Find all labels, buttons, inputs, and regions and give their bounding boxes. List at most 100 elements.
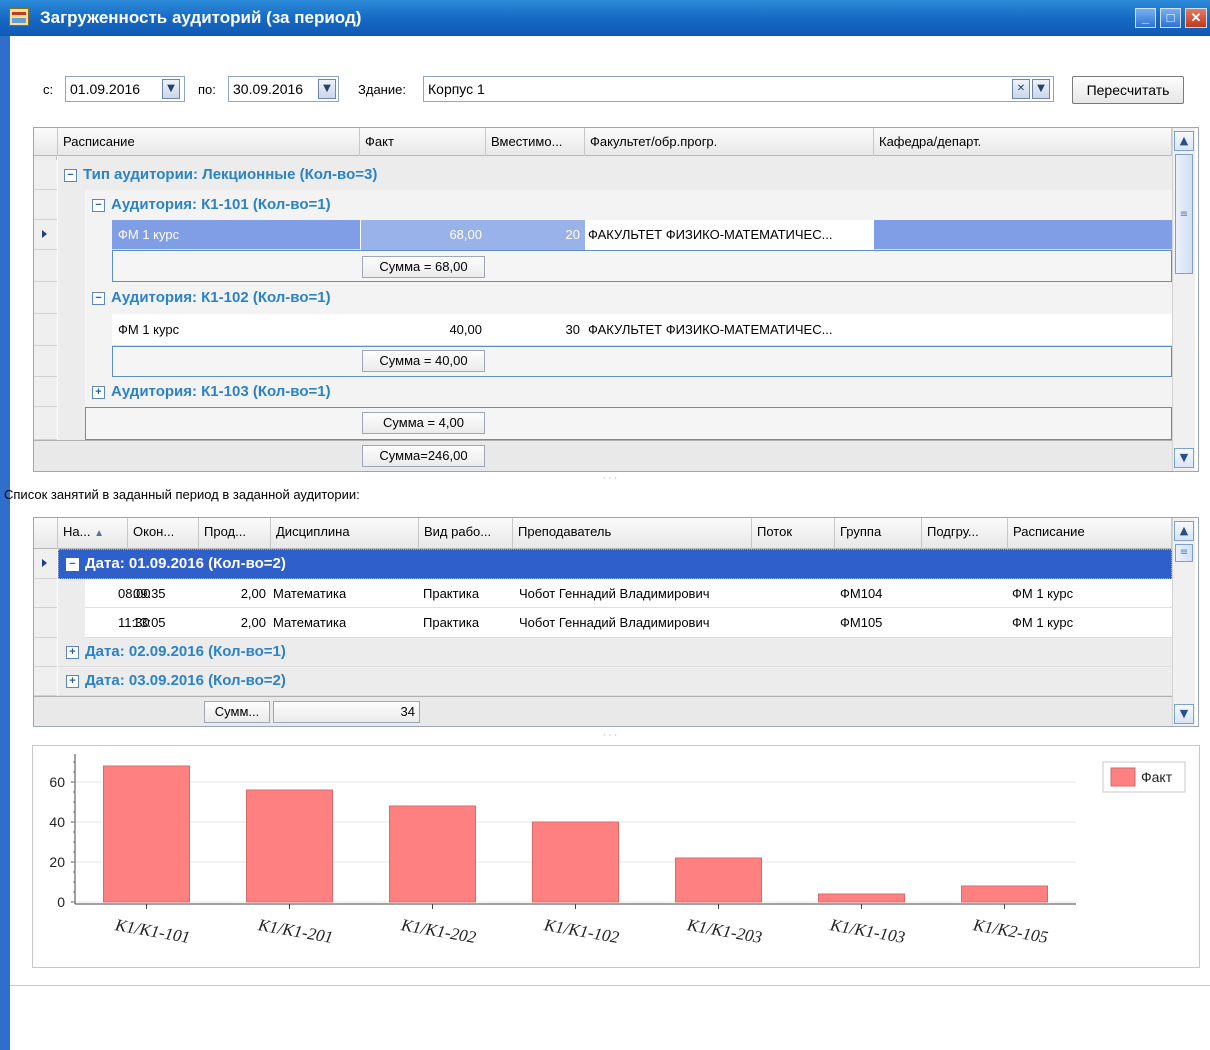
cell-faculty[interactable]: ФАКУЛЬТЕТ ФИЗИКО-МАТЕМАТИЧЕС...: [588, 227, 870, 242]
column-header[interactable]: Поток: [752, 518, 835, 549]
column-header[interactable]: Расписание: [1008, 518, 1172, 549]
row-indicator[interactable]: [34, 160, 57, 190]
expand-icon[interactable]: +: [92, 386, 105, 399]
group-row-date[interactable]: + Дата: 02.09.2016 (Кол-во=1): [66, 643, 286, 660]
cell-group[interactable]: ФМ105: [840, 615, 882, 630]
from-date-dropdown-icon[interactable]: ▼: [162, 79, 180, 99]
scroll-down-icon[interactable]: ▼: [1174, 448, 1194, 468]
cell-schedule[interactable]: ФМ 1 курс: [118, 227, 179, 242]
cell-schedule[interactable]: ФМ 1 курс: [1012, 586, 1073, 601]
cell-end[interactable]: 13:05: [133, 615, 166, 630]
close-button[interactable]: ✕: [1185, 8, 1207, 28]
column-header[interactable]: Кафедра/департ.: [874, 128, 1172, 156]
vertical-scrollbar[interactable]: ▲ ≡ ▼: [1172, 518, 1195, 726]
scroll-down-icon[interactable]: ▼: [1174, 704, 1194, 724]
column-header[interactable]: Вид рабо...: [419, 518, 513, 549]
column-header[interactable]: Вместимо...: [486, 128, 585, 156]
type-footer-row: [85, 407, 1172, 440]
filter-bar: с: 01.09.2016 ▼ по: 30.09.2016 ▼ Здание:…: [10, 36, 1210, 116]
scroll-up-icon[interactable]: ▲: [1174, 521, 1194, 541]
building-dropdown-icon[interactable]: ▼: [1032, 79, 1050, 99]
column-header[interactable]: Преподаватель: [513, 518, 752, 549]
column-header[interactable]: Окон...: [128, 518, 199, 549]
x-tick-label: K1/K1-201: [256, 915, 335, 947]
cell-kind[interactable]: Практика: [423, 615, 479, 630]
cell-capacity[interactable]: 30: [490, 322, 580, 337]
current-row-indicator[interactable]: [34, 220, 57, 250]
group-row-date[interactable]: − Дата: 01.09.2016 (Кол-во=2): [66, 555, 286, 572]
group-sum: Сумма = 68,00: [362, 256, 485, 278]
row-indicator[interactable]: [34, 282, 57, 314]
current-row-indicator[interactable]: [34, 549, 57, 579]
row-indicator[interactable]: [34, 638, 57, 667]
grid-header: Расписание Факт Вместимо... Факультет/об…: [34, 128, 1172, 156]
maximize-button[interactable]: □: [1160, 8, 1181, 28]
column-header[interactable]: Группа: [835, 518, 922, 549]
group-label: Аудитория: К1-103 (Кол-во=1): [111, 383, 331, 400]
bottom-separator: [10, 985, 1210, 986]
row-indicator[interactable]: [34, 667, 57, 696]
column-header[interactable]: Дисциплина: [271, 518, 419, 549]
minimize-button[interactable]: _: [1135, 8, 1156, 28]
group-row-type[interactable]: − Тип аудитории: Лекционные (Кол-во=3): [64, 166, 377, 183]
cell-subject[interactable]: Математика: [273, 615, 346, 630]
vertical-scrollbar[interactable]: ▲ ≡ ▼: [1172, 128, 1195, 471]
row-indicator[interactable]: [34, 407, 57, 440]
column-header[interactable]: Подгру...: [922, 518, 1008, 549]
row-indicator[interactable]: [34, 608, 57, 638]
cell-schedule[interactable]: ФМ 1 курс: [1012, 615, 1073, 630]
cell-group[interactable]: ФМ104: [840, 586, 882, 601]
lessons-section-label: Список занятий в заданный период в задан…: [4, 487, 360, 502]
collapse-icon[interactable]: −: [64, 169, 77, 182]
expand-icon[interactable]: +: [66, 646, 79, 659]
cell-subject[interactable]: Математика: [273, 586, 346, 601]
cell-teacher[interactable]: Чобот Геннадий Владимирович: [519, 586, 710, 601]
column-header[interactable]: Факт: [360, 128, 486, 156]
group-row-room[interactable]: − Аудитория: К1-101 (Кол-во=1): [92, 196, 331, 213]
recalculate-button[interactable]: Пересчитать: [1072, 76, 1184, 104]
to-date-dropdown-icon[interactable]: ▼: [318, 79, 336, 99]
row-indicator[interactable]: [34, 346, 57, 377]
cell-fact[interactable]: 68,00: [364, 227, 482, 242]
cell-duration[interactable]: 2,00: [199, 615, 266, 630]
column-header[interactable]: Факультет/обр.прогр.: [585, 128, 874, 156]
x-tick-label: K1/K1-202: [399, 915, 478, 947]
room-load-grid: Расписание Факт Вместимо... Факультет/об…: [33, 127, 1199, 472]
expand-icon[interactable]: +: [66, 675, 79, 688]
cell-faculty[interactable]: ФАКУЛЬТЕТ ФИЗИКО-МАТЕМАТИЧЕС...: [588, 322, 870, 337]
column-header[interactable]: На... ▲: [58, 518, 128, 549]
column-header[interactable]: Прод...: [199, 518, 271, 549]
collapse-icon[interactable]: −: [92, 292, 105, 305]
bar-K1/K2-105: [961, 885, 1048, 903]
cell-end[interactable]: 09:35: [133, 586, 166, 601]
cell-fact[interactable]: 40,00: [364, 322, 482, 337]
x-tick-label: K1/K1-102: [542, 915, 621, 947]
cell-kind[interactable]: Практика: [423, 586, 479, 601]
collapse-icon[interactable]: −: [66, 558, 79, 571]
bar-K1/K1-102: [532, 821, 619, 903]
collapse-icon[interactable]: −: [92, 199, 105, 212]
load-chart-panel: 0 20 40 60 K1/K1-101 K1/K1-201 K1/K1-202 K1/K1-…: [32, 745, 1200, 968]
group-label: Дата: 03.09.2016 (Кол-во=2): [85, 672, 286, 689]
cell-teacher[interactable]: Чобот Геннадий Владимирович: [519, 615, 710, 630]
column-header[interactable]: Расписание: [58, 128, 360, 156]
building-field[interactable]: Корпус 1: [423, 76, 1054, 102]
splitter-handle[interactable]: · · ·: [10, 475, 1210, 484]
group-row-room[interactable]: + Аудитория: К1-103 (Кол-во=1): [92, 383, 331, 400]
splitter-handle[interactable]: · · ·: [10, 732, 1210, 741]
scroll-up-icon[interactable]: ▲: [1174, 131, 1194, 151]
cell-capacity[interactable]: 20: [490, 227, 580, 242]
cell-schedule[interactable]: ФМ 1 курс: [118, 322, 179, 337]
row-indicator[interactable]: [34, 314, 57, 346]
scroll-thumb[interactable]: ≡: [1175, 154, 1193, 274]
cell-duration[interactable]: 2,00: [199, 586, 266, 601]
group-row-date[interactable]: + Дата: 03.09.2016 (Кол-во=2): [66, 672, 286, 689]
scroll-thumb[interactable]: ≡: [1175, 544, 1193, 562]
row-indicator[interactable]: [34, 377, 57, 407]
row-indicator[interactable]: [34, 190, 57, 220]
x-tick-label: K1/K1-203: [685, 915, 764, 947]
row-indicator[interactable]: [34, 250, 57, 282]
clear-icon[interactable]: ✕: [1012, 79, 1030, 99]
row-indicator[interactable]: [34, 579, 57, 608]
group-row-room[interactable]: − Аудитория: К1-102 (Кол-во=1): [92, 289, 331, 306]
